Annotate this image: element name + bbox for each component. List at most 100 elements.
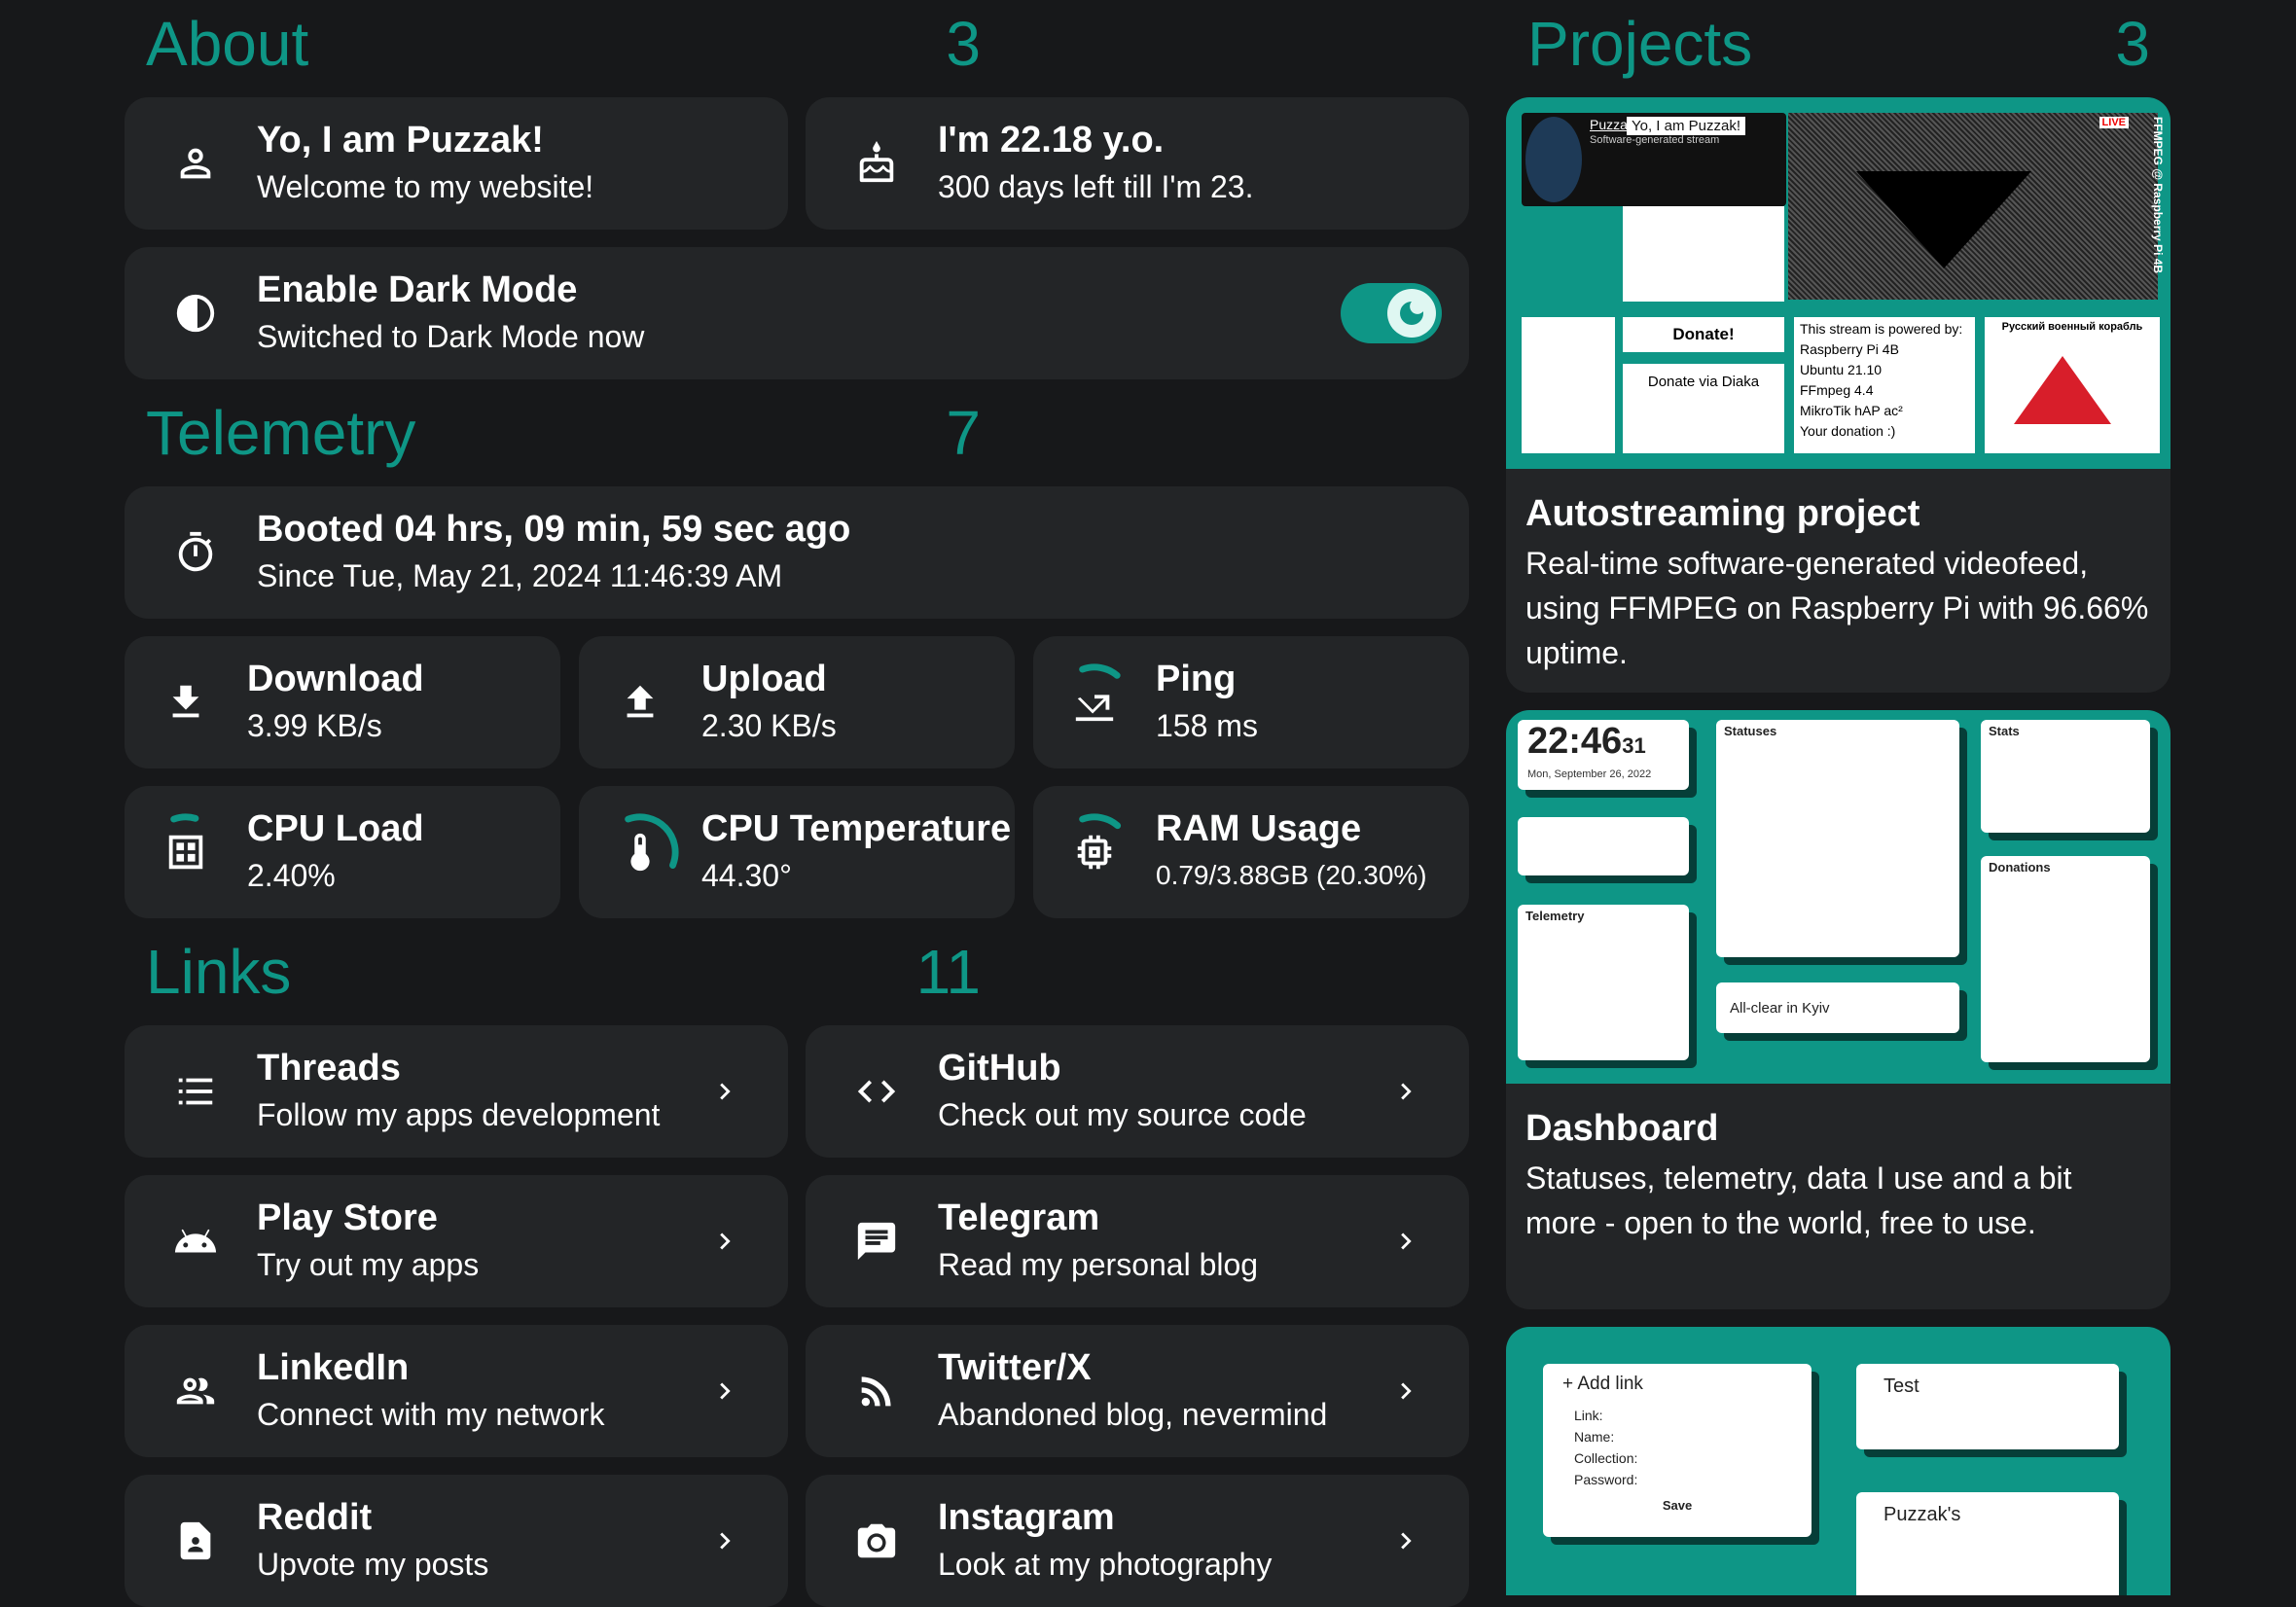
stream-pattern: LIVE xyxy=(1788,113,2158,300)
project-autostreaming[interactable]: Puzzaks Software-generated stream Yo, I … xyxy=(1506,97,2170,693)
ram-card: RAM Usage 0.79/3.88GB (20.30%) xyxy=(1033,786,1469,918)
ping-icon xyxy=(1072,663,1121,725)
telemetry-heading: Telemetry xyxy=(146,398,416,468)
link-play-store[interactable]: Play Store Try out my apps xyxy=(125,1175,788,1307)
telemetry-widget: Telemetry xyxy=(1518,905,1689,1060)
powered-line: Ubuntu 21.10 xyxy=(1800,362,1883,377)
dark-mode-subtitle: Switched to Dark Mode now xyxy=(257,319,645,354)
field-label: Collection: xyxy=(1574,1450,1638,1466)
cpu-load-icon xyxy=(163,813,208,875)
test-collection-widget: Test xyxy=(1856,1364,2119,1449)
link-title: Instagram xyxy=(938,1497,1115,1538)
dashboard-preview: 22:4631 Mon, September 26, 2022 Telemetr… xyxy=(1506,710,2170,1084)
projects-heading: Projects xyxy=(1527,9,1753,79)
chevron-right-icon xyxy=(708,1375,741,1408)
links-heading: Links xyxy=(146,937,292,1007)
project-dashboard[interactable]: 22:4631 Mon, September 26, 2022 Telemetr… xyxy=(1506,710,2170,1309)
chevron-right-icon xyxy=(1389,1375,1422,1408)
chevron-right-icon xyxy=(708,1075,741,1108)
camera-icon xyxy=(854,1518,899,1563)
chevron-right-icon xyxy=(1389,1524,1422,1557)
link-linkedin[interactable]: LinkedIn Connect with my network xyxy=(125,1325,788,1457)
link-subtitle: Abandoned blog, nevermind xyxy=(938,1397,1328,1432)
cake-icon xyxy=(854,141,899,186)
cpu-load-gauge xyxy=(170,813,199,823)
link-threads[interactable]: Threads Follow my apps development xyxy=(125,1025,788,1158)
ping-value: 158 ms xyxy=(1156,708,1258,743)
stream-donate: Donate! xyxy=(1623,317,1784,352)
person-icon xyxy=(173,141,218,186)
stream-powered: This stream is powered by: Raspberry Pi … xyxy=(1794,317,1975,453)
cpu-temp-gauge xyxy=(625,813,679,869)
link-subtitle: Try out my apps xyxy=(257,1247,480,1282)
weather-widget xyxy=(1518,817,1689,875)
dark-mode-toggle[interactable] xyxy=(1341,283,1442,343)
autostreaming-preview: Puzzaks Software-generated stream Yo, I … xyxy=(1506,97,2170,469)
clock-date: Mon, September 26, 2022 xyxy=(1527,768,1652,780)
project-links-manager[interactable]: + Add link Link: Name: Collection: Passw… xyxy=(1506,1327,2170,1595)
dark-mode-card[interactable]: Enable Dark Mode Switched to Dark Mode n… xyxy=(125,247,1469,379)
puzzaks-collection-title: Puzzak's xyxy=(1883,1504,1961,1525)
about-age-card: I'm 22.18 y.o. 300 days left till I'm 23… xyxy=(806,97,1469,230)
download-icon xyxy=(163,680,208,725)
link-github[interactable]: GitHub Check out my source code xyxy=(806,1025,1469,1158)
upload-title: Upload xyxy=(701,659,827,699)
field-label: Password: xyxy=(1574,1472,1638,1487)
clock-widget: 22:4631 Mon, September 26, 2022 xyxy=(1518,720,1689,790)
upload-card: Upload 2.30 KB/s xyxy=(579,636,1015,768)
link-subtitle: Look at my photography xyxy=(938,1547,1273,1582)
intro-subtitle: Welcome to my website! xyxy=(257,169,594,204)
warship-label: Русский военный корабль xyxy=(2001,321,2143,333)
link-instagram[interactable]: Instagram Look at my photography xyxy=(806,1475,1469,1607)
link-subtitle: Check out my source code xyxy=(938,1097,1307,1132)
statuses-widget: Statuses xyxy=(1716,720,1959,957)
add-link-widget: + Add link Link: Name: Collection: Passw… xyxy=(1543,1364,1812,1537)
stats-title: Stats xyxy=(1989,724,2020,738)
stream-header: Puzzaks Software-generated stream Yo, I … xyxy=(1522,113,1786,206)
people-icon xyxy=(173,1369,218,1413)
project-title: Dashboard xyxy=(1525,1108,1719,1149)
list-icon xyxy=(173,1069,218,1114)
links-header: Links 11 xyxy=(146,940,981,1004)
link-subtitle: Connect with my network xyxy=(257,1397,605,1432)
warship-shape xyxy=(2014,356,2111,424)
powered-line: Raspberry Pi 4B xyxy=(1800,341,1899,357)
upload-value: 2.30 KB/s xyxy=(701,708,837,743)
timer-icon xyxy=(173,530,218,575)
ping-card: Ping 158 ms xyxy=(1033,636,1469,768)
dark-mode-title: Enable Dark Mode xyxy=(257,269,578,310)
save-label: Save xyxy=(1662,1498,1693,1513)
donations-widget: Donations xyxy=(1981,856,2150,1062)
android-icon xyxy=(173,1219,218,1264)
allclear-label: All-clear in Kyiv xyxy=(1730,999,1830,1017)
link-subtitle: Read my personal blog xyxy=(938,1247,1259,1282)
link-reddit[interactable]: Reddit Upvote my posts xyxy=(125,1475,788,1607)
ram-title: RAM Usage xyxy=(1156,808,1362,849)
cpu-temp-title: CPU Temperature xyxy=(701,808,1012,849)
about-intro-card: Yo, I am Puzzak! Welcome to my website! xyxy=(125,97,788,230)
boot-title: Booted 04 hrs, 09 min, 59 sec ago xyxy=(257,509,851,550)
link-telegram[interactable]: Telegram Read my personal blog xyxy=(806,1175,1469,1307)
test-collection-title: Test xyxy=(1883,1375,1919,1397)
about-heading: About xyxy=(146,9,309,79)
add-link-title: + Add link xyxy=(1562,1374,1643,1394)
telemetry-count: 7 xyxy=(946,398,981,468)
link-twitter[interactable]: Twitter/X Abandoned blog, nevermind xyxy=(806,1325,1469,1457)
stream-warship: Русский военный корабль xyxy=(1985,317,2160,453)
field-label: Name: xyxy=(1574,1429,1615,1445)
link-title: Play Store xyxy=(257,1197,438,1238)
link-title: GitHub xyxy=(938,1048,1061,1089)
chevron-right-icon xyxy=(708,1225,741,1258)
chat-icon xyxy=(854,1219,899,1264)
project-description: Statuses, telemetry, data I use and a bi… xyxy=(1525,1161,2072,1240)
moon-icon xyxy=(1387,289,1436,338)
link-title: Threads xyxy=(257,1048,401,1089)
ping-title: Ping xyxy=(1156,659,1237,699)
rss-icon xyxy=(854,1369,899,1413)
links-manager-preview: + Add link Link: Name: Collection: Passw… xyxy=(1506,1327,2170,1595)
chevron-right-icon xyxy=(708,1524,741,1557)
telemetry-header: Telemetry 7 xyxy=(146,401,981,465)
age-subtitle: 300 days left till I'm 23. xyxy=(938,169,1254,204)
contrast-icon xyxy=(173,291,218,336)
powered-line: This stream is powered by: xyxy=(1800,321,1963,337)
